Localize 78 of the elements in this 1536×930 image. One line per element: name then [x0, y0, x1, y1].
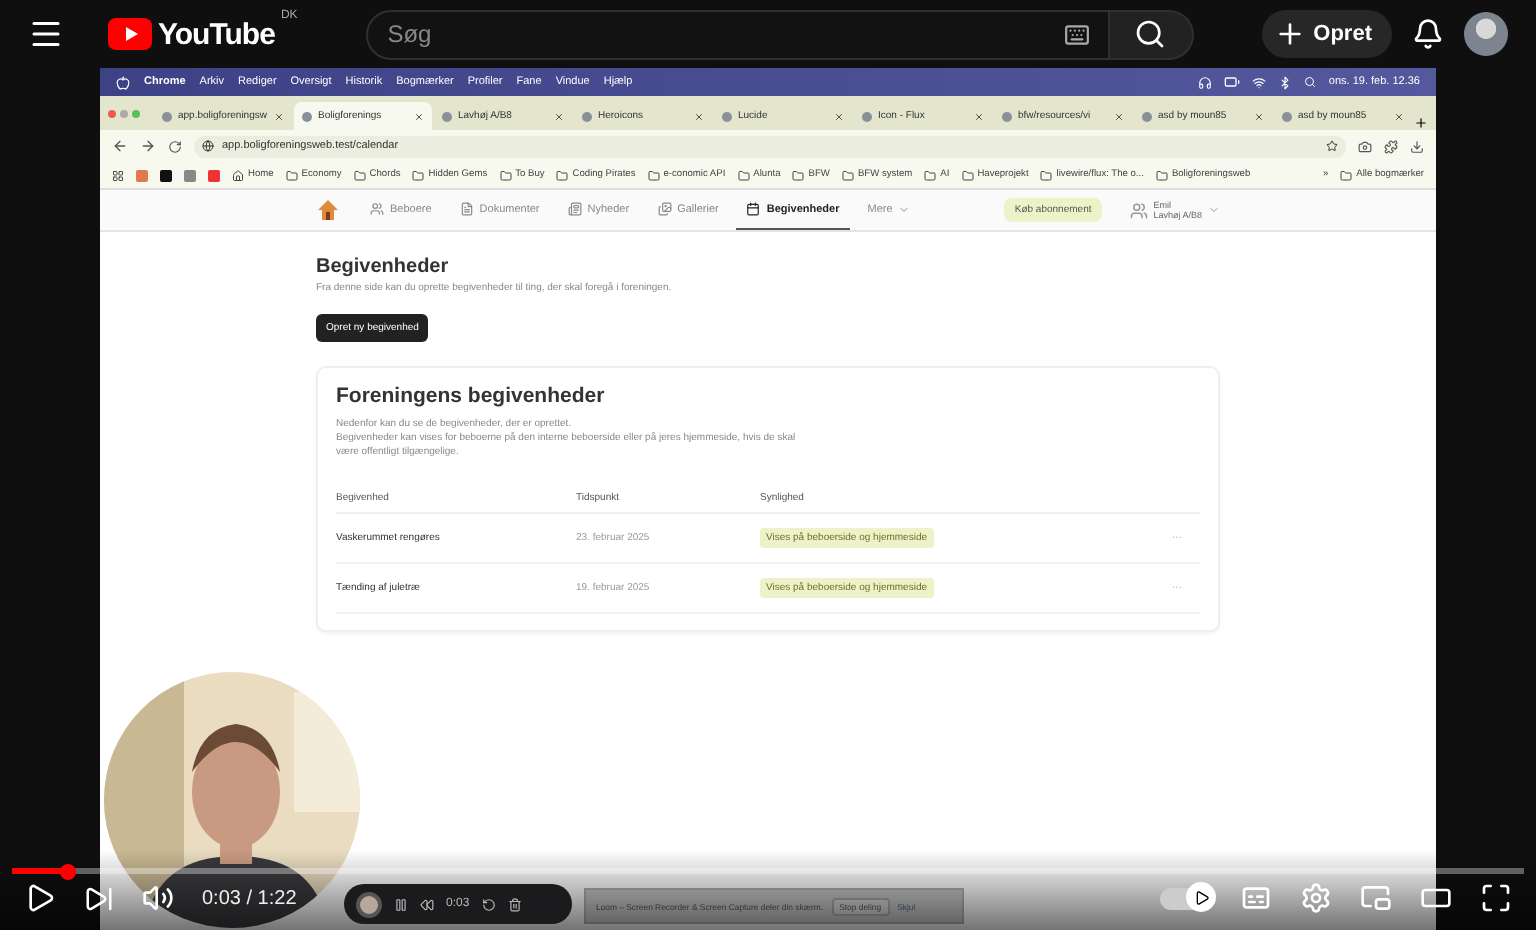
globe-icon	[202, 140, 214, 152]
chevron-down-icon	[1208, 204, 1220, 216]
play-icon[interactable]	[24, 882, 56, 914]
tab-favicon-icon	[302, 111, 312, 121]
tab-favicon-icon	[722, 111, 732, 121]
folder-icon	[1340, 169, 1353, 181]
autoplay-toggle[interactable]	[1160, 887, 1212, 909]
download-icon[interactable]	[1410, 139, 1424, 153]
folder-icon	[412, 169, 425, 181]
avatar[interactable]	[1464, 12, 1508, 56]
apple-icon	[116, 75, 130, 89]
nav-icon	[746, 202, 761, 216]
keyboard-icon[interactable]	[1063, 21, 1090, 47]
folder-icon	[1155, 169, 1168, 181]
folder-icon	[1040, 169, 1053, 181]
battery-icon	[1224, 74, 1241, 90]
card-title: Foreningens begivenheder	[336, 384, 607, 408]
search-field[interactable]: Søg	[365, 9, 1110, 59]
folder-icon	[924, 169, 937, 181]
new-tab-icon[interactable]	[1414, 116, 1428, 130]
bluetooth-icon	[1278, 75, 1293, 89]
chevron-down-icon	[898, 203, 911, 215]
nav-icon	[657, 202, 672, 216]
folder-icon	[647, 169, 660, 181]
search-icon[interactable]	[1134, 18, 1167, 50]
tab-favicon-icon	[1002, 111, 1012, 121]
miniplayer-icon[interactable]	[1360, 882, 1392, 914]
settings-icon[interactable]	[1300, 882, 1332, 914]
volume-icon[interactable]	[142, 882, 174, 914]
menu-button[interactable]	[28, 16, 64, 52]
forward-icon[interactable]	[140, 138, 156, 154]
rewind-icon[interactable]	[420, 897, 434, 911]
folder-icon	[353, 169, 366, 181]
pause-icon[interactable]	[394, 897, 408, 911]
extensions-icon[interactable]	[1384, 139, 1398, 153]
trash-icon[interactable]	[507, 897, 522, 911]
camera-icon[interactable]	[1358, 139, 1372, 153]
folder-icon	[841, 169, 854, 181]
folder-icon	[737, 169, 750, 181]
create-button[interactable]: Opret	[1261, 10, 1392, 58]
bell-icon[interactable]	[1412, 18, 1444, 50]
back-icon[interactable]	[112, 138, 128, 154]
nav-icon	[567, 202, 582, 216]
headphones-icon	[1198, 75, 1213, 89]
restart-icon[interactable]	[481, 897, 496, 911]
fullscreen-icon[interactable]	[1480, 882, 1512, 914]
tab-favicon-icon	[162, 111, 172, 121]
play-icon	[1193, 889, 1209, 905]
tab-favicon-icon	[862, 111, 872, 121]
next-icon[interactable]	[84, 883, 114, 913]
tab-favicon-icon	[582, 111, 592, 121]
search-button[interactable]	[1109, 9, 1194, 59]
folder-icon	[499, 169, 512, 181]
home-icon	[232, 169, 244, 181]
tab-favicon-icon	[442, 111, 452, 121]
reload-icon[interactable]	[168, 139, 182, 153]
record-button[interactable]	[356, 891, 382, 917]
folder-icon	[556, 169, 569, 181]
wifi-icon	[1252, 75, 1267, 89]
plus-icon[interactable]	[1273, 18, 1306, 50]
folder-icon	[961, 169, 974, 181]
subtitles-icon[interactable]	[1240, 882, 1272, 914]
tab-favicon-icon	[1282, 111, 1292, 121]
folder-icon	[285, 169, 298, 181]
progress-handle[interactable]	[59, 863, 76, 879]
nav-icon	[370, 202, 384, 216]
time-display: 0:03 / 1:22	[202, 887, 297, 909]
play-logo-icon	[108, 18, 152, 50]
folder-icon	[792, 169, 805, 181]
house-logo-icon[interactable]	[316, 198, 340, 222]
tab-favicon-icon	[1142, 111, 1152, 121]
star-icon[interactable]	[1326, 140, 1338, 152]
search-icon	[1304, 76, 1317, 88]
apps-icon[interactable]	[112, 169, 124, 181]
user-icon	[1129, 201, 1148, 219]
page-title: Begivenheder	[316, 256, 451, 278]
logo-text[interactable]: YouTube	[158, 17, 275, 51]
nav-icon	[459, 202, 474, 216]
